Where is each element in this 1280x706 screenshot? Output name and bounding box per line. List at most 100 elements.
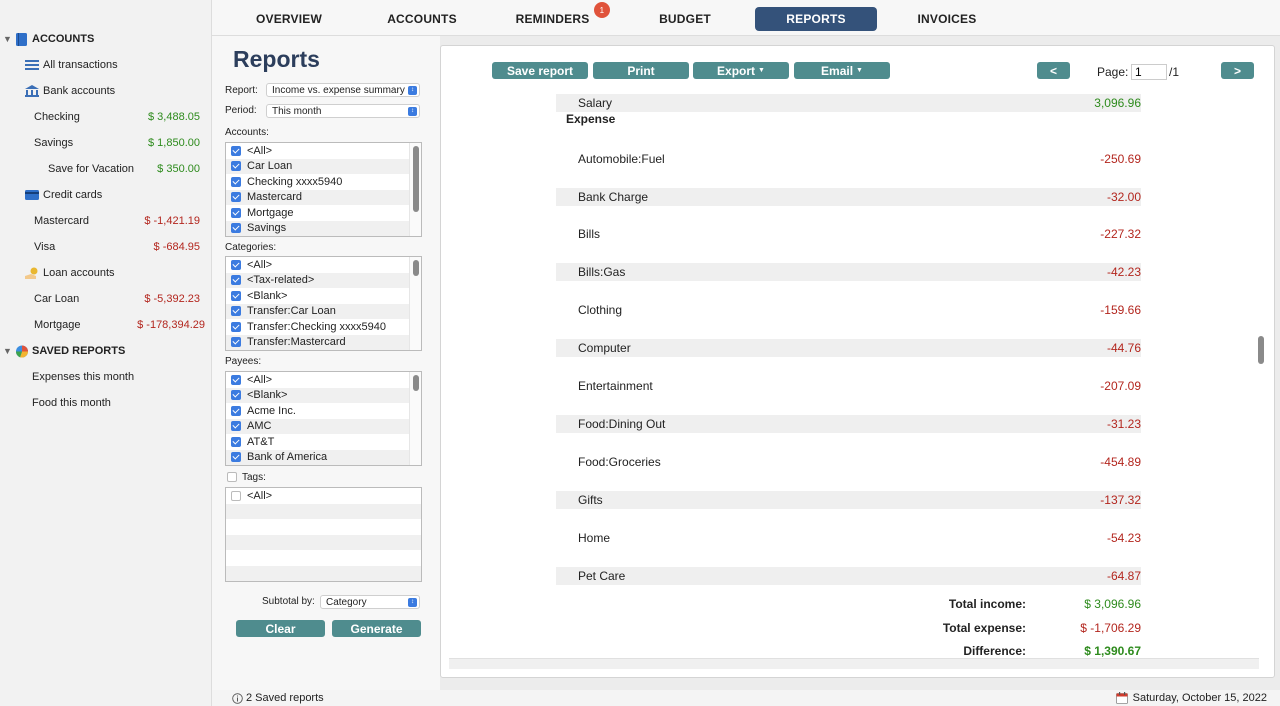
saved-report-item[interactable]: Expenses this month	[0, 366, 212, 388]
checkbox-checked[interactable]	[231, 421, 241, 432]
list-item[interactable]: AT&T	[226, 434, 421, 450]
saved-reports-status[interactable]: 2 Saved reports	[232, 692, 324, 704]
tab-invoices[interactable]: INVOICES	[892, 7, 1002, 31]
checkbox-checked[interactable]	[231, 176, 241, 187]
list-item[interactable]: Mortgage	[226, 205, 421, 221]
payees-listbox[interactable]: <All> <Blank> Acme Inc. AMC AT&T Bank of…	[225, 371, 422, 466]
tab-reminders[interactable]: REMINDERS 1	[500, 2, 610, 31]
tags-checkbox[interactable]	[227, 472, 237, 482]
sidebar-item-visa[interactable]: Visa $ -684.95	[0, 236, 212, 258]
categories-listbox[interactable]: <All> <Tax-related> <Blank> Transfer:Car…	[225, 256, 422, 351]
scrollbar-track[interactable]	[409, 372, 421, 465]
checkbox-checked[interactable]	[231, 223, 241, 234]
save-report-button[interactable]: Save report	[492, 62, 588, 79]
checkbox-checked[interactable]	[231, 390, 241, 401]
checkbox-checked[interactable]	[231, 436, 241, 447]
report-row: Bills -227.32	[556, 225, 1141, 243]
sidebar-item-loan-accounts[interactable]: Loan accounts	[0, 262, 212, 284]
list-item[interactable]: <Blank>	[226, 288, 421, 304]
checkbox-checked[interactable]	[231, 290, 241, 301]
list-item[interactable]: <Tax-related>	[226, 272, 421, 288]
sidebar-item-mastercard[interactable]: Mastercard $ -1,421.19	[0, 210, 212, 232]
tab-overview[interactable]: OVERVIEW	[234, 7, 344, 31]
page-number-input[interactable]	[1131, 64, 1167, 80]
report-horizontal-scrollbar[interactable]	[449, 658, 1259, 669]
saved-reports-section-header[interactable]: ▼ SAVED REPORTS	[0, 340, 212, 362]
checkbox-checked[interactable]	[231, 207, 241, 218]
tags-listbox[interactable]: <All>	[225, 487, 422, 582]
accounts-listbox[interactable]: <All> Car Loan Checking xxxx5940 Masterc…	[225, 142, 422, 237]
tab-reports[interactable]: REPORTS	[755, 7, 877, 31]
report-type-select[interactable]: Income vs. expense summary ↕	[266, 83, 420, 97]
scrollbar-track[interactable]	[409, 143, 421, 236]
list-item[interactable]: <All>	[226, 488, 421, 504]
list-item[interactable]: Bank of America	[226, 449, 421, 465]
saved-report-item[interactable]: Food this month	[0, 392, 212, 414]
checkbox-checked[interactable]	[231, 145, 241, 156]
scrollbar-thumb[interactable]	[413, 375, 419, 391]
checkbox-unchecked[interactable]	[231, 490, 241, 501]
report-row: Food:Groceries -454.89	[556, 453, 1141, 471]
email-button[interactable]: Email ▼	[794, 62, 890, 79]
checkbox-checked[interactable]	[231, 374, 241, 385]
checkbox-checked[interactable]	[231, 321, 241, 332]
report-row-value: -42.23	[1106, 265, 1141, 279]
sidebar-item-save-for-vacation[interactable]: Save for Vacation $ 350.00	[0, 158, 212, 180]
next-page-button[interactable]: >	[1221, 62, 1254, 79]
list-item[interactable]: <All>	[226, 143, 421, 159]
previous-page-button[interactable]: <	[1037, 62, 1070, 79]
sidebar-item-credit-cards[interactable]: Credit cards	[0, 184, 212, 206]
checkbox-checked[interactable]	[231, 452, 241, 463]
report-row-value: -64.87	[1106, 569, 1141, 583]
accounts-section-header[interactable]: ▼ ACCOUNTS	[0, 28, 212, 50]
chevron-down-icon[interactable]: ▼	[3, 34, 12, 44]
list-item[interactable]: Transfer:Mastercard	[226, 334, 421, 350]
checkbox-checked[interactable]	[231, 405, 241, 416]
list-item[interactable]: Checking xxxx5940	[226, 174, 421, 190]
list-item[interactable]: <All>	[226, 257, 421, 273]
account-balance: $ -684.95	[153, 241, 200, 253]
scrollbar-thumb[interactable]	[413, 260, 419, 276]
sidebar-item-mortgage[interactable]: Mortgage $ -178,394.29	[0, 314, 212, 336]
reminders-badge: 1	[594, 2, 610, 18]
list-item[interactable]: AMC	[226, 418, 421, 434]
scrollbar-thumb[interactable]	[413, 146, 419, 212]
period-select[interactable]: This month ↕	[266, 104, 420, 118]
checkbox-checked[interactable]	[231, 192, 241, 203]
report-row: Automobile:Fuel -250.69	[556, 150, 1141, 168]
print-button[interactable]: Print	[593, 62, 689, 79]
checkbox-checked[interactable]	[231, 337, 241, 348]
sidebar-item-savings[interactable]: Savings $ 1,850.00	[0, 132, 212, 154]
sidebar-item-bank-accounts[interactable]: Bank accounts	[0, 80, 212, 102]
empty-row	[226, 565, 421, 581]
export-button[interactable]: Export ▼	[693, 62, 789, 79]
list-item[interactable]: <All>	[226, 372, 421, 388]
list-item[interactable]: Transfer:Car Loan	[226, 303, 421, 319]
subtotal-select[interactable]: Category ↕	[320, 595, 420, 609]
scrollbar-track[interactable]	[409, 257, 421, 350]
report-row: Computer -44.76	[556, 339, 1141, 357]
list-item[interactable]: Car Loan	[226, 158, 421, 174]
checkbox-checked[interactable]	[231, 306, 241, 317]
generate-button[interactable]: Generate	[332, 620, 421, 637]
list-item[interactable]: Transfer:Checking xxxx5940	[226, 319, 421, 335]
current-date: Saturday, October 15, 2022	[1132, 692, 1267, 704]
tab-budget[interactable]: BUDGET	[630, 7, 740, 31]
clear-button[interactable]: Clear	[236, 620, 325, 637]
checkbox-checked[interactable]	[231, 161, 241, 172]
tab-accounts[interactable]: ACCOUNTS	[367, 7, 477, 31]
checkbox-checked[interactable]	[231, 259, 241, 270]
sidebar-item-checking[interactable]: Checking $ 3,488.05	[0, 106, 212, 128]
report-row: Entertainment -207.09	[556, 377, 1141, 395]
list-item[interactable]: Mastercard	[226, 189, 421, 205]
checkbox-checked[interactable]	[231, 275, 241, 286]
sidebar-item-all-transactions[interactable]: All transactions	[0, 54, 212, 76]
sidebar-item-label: All transactions	[43, 59, 118, 71]
list-item[interactable]: <Blank>	[226, 387, 421, 403]
report-scrollbar-thumb[interactable]	[1258, 336, 1264, 364]
chevron-down-icon[interactable]: ▼	[3, 346, 12, 356]
report-row-value: -44.76	[1106, 341, 1141, 355]
list-item[interactable]: Acme Inc.	[226, 403, 421, 419]
sidebar-item-car-loan[interactable]: Car Loan $ -5,392.23	[0, 288, 212, 310]
list-item[interactable]: Savings	[226, 220, 421, 236]
